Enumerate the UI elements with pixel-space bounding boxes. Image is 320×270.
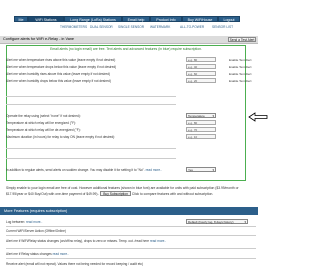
temp-low-input[interactable]: e.g. 40 <box>186 64 216 69</box>
more-feature-row: Alert me if WiFi/Relay status changes (o… <box>6 239 176 243</box>
nav-tab-wifi-stations[interactable]: WiFi Stations <box>28 16 64 22</box>
nav-tab-lora-stations[interactable]: Long Range (LoRa) Stations <box>64 16 122 22</box>
divider <box>6 148 176 149</box>
alert-row-label: Alert me when temperature drops below th… <box>6 65 117 69</box>
alert-row-label: Alert me when temperature rises above th… <box>6 58 116 62</box>
more-feature-row: Log between: read more.. <box>6 220 42 224</box>
more-feature-row: Receive alert (email will not repeat). V… <box>6 262 143 266</box>
operate-relay-label: Operate the relay using (select "none" i… <box>6 114 81 118</box>
temp-high-input[interactable]: e.g. 80 <box>186 57 216 62</box>
more-features-header: More Features (requires subscription) <box>0 207 258 215</box>
alerts-banner: Email alerts (no login email) are free. … <box>50 47 202 51</box>
receive-alert-label: Receive alert (email will not repeat). V… <box>6 262 144 266</box>
enable-text-alert-link[interactable]: Enable Text Alert <box>229 65 251 69</box>
subnav-watermark[interactable]: WATERMARK <box>150 25 170 30</box>
humidity-high-input[interactable]: e.g. 60 <box>186 71 216 76</box>
more-feature-row: Alert me if Relay status changes read mo… <box>6 252 69 256</box>
read-more-link[interactable]: read more.. <box>26 220 42 224</box>
compare-features-text: Click to compare features with and witho… <box>131 192 214 196</box>
enable-text-alert-link[interactable]: Enable Text Alert <box>229 58 251 62</box>
subnav-single-sensor[interactable]: SINGLE SENSOR <box>118 25 144 30</box>
sudden-change-text: In addition to regular alerts, send aler… <box>6 168 145 172</box>
log-between-label: Log between: <box>6 220 27 224</box>
nav-tab-logout[interactable]: Logout <box>218 16 240 22</box>
alert-row-label: Alert me when humidity rises above this … <box>6 72 110 76</box>
subnav-sensor-list[interactable]: SENSOR LIST <box>212 25 233 30</box>
more-features-title: More Features (requires subscription) <box>4 209 68 213</box>
nav-tab-product-info[interactable]: Product Info <box>150 16 182 22</box>
page-title: Configure alerts for WiFi e-Relay - in V… <box>3 37 75 41</box>
relay-status-label: Alert me if Relay status changes <box>6 252 52 256</box>
max-duration-input[interactable]: e.g. 10 <box>186 134 216 139</box>
page-header: Configure alerts for WiFi e-Relay - in V… <box>0 36 258 44</box>
divider <box>6 226 256 227</box>
more-feature-row: Current WiFi/Server Action (Offline/Onli… <box>6 229 66 233</box>
enable-text-alert-link[interactable]: Enable Text Alert <box>229 79 251 83</box>
enable-text-alert-link[interactable]: Enable Text Alert <box>229 72 251 76</box>
alert-row-label: Alert me when humidity drops below this … <box>6 79 111 83</box>
deenergize-temp-input[interactable]: e.g. 70 <box>186 127 216 132</box>
arrow-left-icon <box>248 112 268 122</box>
divider <box>6 96 176 97</box>
subnav-all-to-power[interactable]: ALL-TO-POWER <box>180 25 204 30</box>
buy-subscription-button[interactable]: Buy Subscription <box>100 191 131 196</box>
nav-tab-buy[interactable]: Buy WiFiHouse <box>182 16 218 22</box>
operate-relay-select[interactable]: Temperature <box>186 113 216 119</box>
divider <box>6 104 176 105</box>
read-more-link[interactable]: read more.. <box>53 252 69 256</box>
send-test-alert-button[interactable]: Send a Test Alert <box>228 37 256 42</box>
nav-tab-me[interactable]: Me <box>14 16 28 22</box>
log-interval-select[interactable]: Default (hourly log, 8 days history) <box>186 219 248 225</box>
humidity-low-input[interactable]: e.g. 20 <box>186 78 216 83</box>
read-more-link[interactable]: read more.. <box>150 239 166 243</box>
subscription-note: Simply enable to your login email are fr… <box>6 186 256 197</box>
energize-temp-input[interactable]: e.g. 80 <box>186 120 216 125</box>
sudden-change-label: In addition to regular alerts, send aler… <box>6 168 162 172</box>
divider <box>6 235 256 236</box>
status-change-label: Alert me if WiFi/Relay status changes (o… <box>6 239 150 243</box>
threshold-label: Temperature at which relay will be de-en… <box>6 128 81 132</box>
threshold-label: Temperature at which relay will be energ… <box>6 121 77 125</box>
divider <box>6 248 256 249</box>
current-action-label: Current WiFi/Server Action (Offline/Onli… <box>6 229 66 233</box>
divider <box>6 158 176 159</box>
divider <box>6 258 256 259</box>
subnav-dual-sensor[interactable]: DUAL SENSOR <box>90 25 113 30</box>
sudden-change-select[interactable]: Yes <box>186 167 216 173</box>
threshold-label: Maximum duration (in hours) for relay to… <box>6 135 116 139</box>
nav-tab-email-help[interactable]: Email help <box>122 16 150 22</box>
subnav-thermometers[interactable]: THERMOMETERS <box>60 25 87 30</box>
read-more-link[interactable]: read more.. <box>146 168 162 172</box>
